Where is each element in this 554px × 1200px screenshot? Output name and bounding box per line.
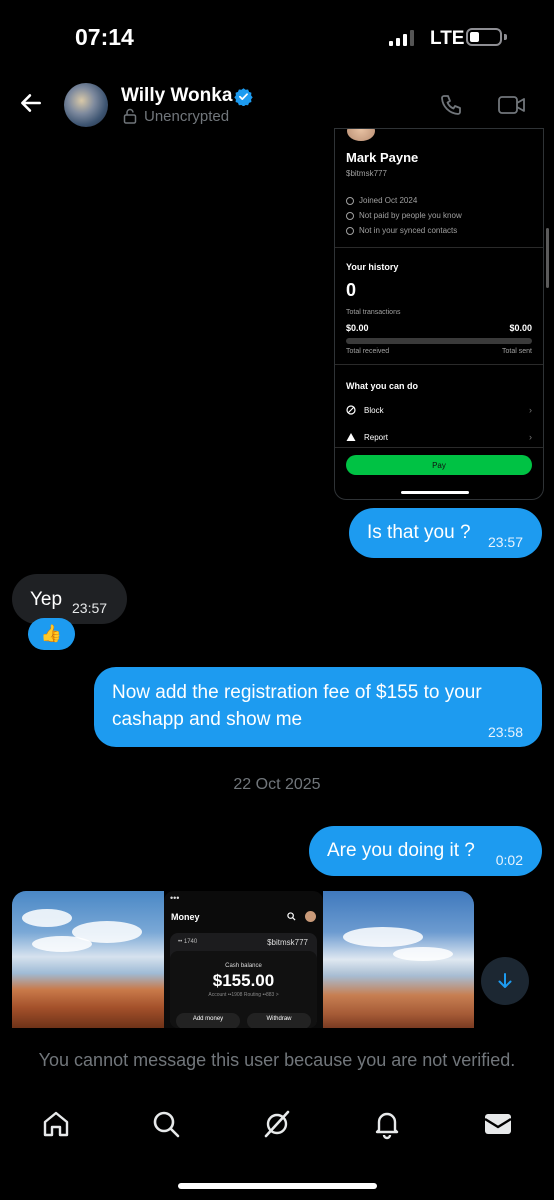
verified-badge-icon: [234, 88, 253, 106]
withdraw-button: Withdraw: [247, 1013, 311, 1028]
date-separator: 22 Oct 2025: [233, 776, 321, 793]
phone-icon[interactable]: [439, 93, 463, 117]
cashtag: $bitmsk777: [267, 938, 308, 947]
message-text: Yep: [30, 589, 63, 610]
thumbs-up-reaction[interactable]: 👍: [28, 618, 75, 650]
account-detail: Account ••1908 Routing ••883 >: [208, 992, 279, 998]
profile-name: Mark Payne: [346, 150, 419, 165]
profile-cashtag: $bitmsk777: [346, 169, 387, 178]
notifications-icon[interactable]: [371, 1108, 403, 1140]
battery-icon: [466, 28, 502, 46]
ban-icon: [346, 226, 354, 235]
received-amount: $0.00: [346, 323, 369, 333]
message-text: Now add the registration fee of $155 to …: [112, 682, 482, 730]
history-bar: [346, 338, 532, 344]
home-icon[interactable]: [40, 1108, 72, 1140]
screenshot-home-indicator: [401, 491, 469, 494]
actions-title: What you can do: [346, 381, 418, 391]
lock-open-icon: [123, 108, 137, 124]
more-icon: •••: [170, 893, 180, 903]
balance-panel: •• 1740 $bitmsk777 Cash balance $155.00 …: [170, 933, 317, 1028]
message-bubble[interactable]: Is that you ? 23:57: [349, 508, 542, 558]
video-icon[interactable]: [497, 93, 527, 117]
landscape-photo[interactable]: [323, 891, 474, 1028]
encryption-status: Unencrypted: [144, 108, 230, 125]
history-title: Your history: [346, 262, 399, 272]
message-bubble[interactable]: Yep 23:57: [12, 574, 127, 624]
calendar-icon: [346, 196, 354, 205]
transactions-label: Total transactions: [346, 309, 401, 316]
home-indicator[interactable]: [178, 1183, 377, 1189]
profile-photo: [347, 129, 375, 141]
messages-icon[interactable]: [482, 1108, 514, 1140]
message-text: Is that you ?: [367, 522, 471, 543]
account-chip: •• 1740: [178, 939, 198, 945]
transactions-count: 0: [346, 280, 357, 300]
sent-amount: $0.00: [509, 323, 532, 333]
report-icon: [346, 433, 356, 441]
money-title: Money: [171, 912, 200, 922]
message-time: 23:58: [487, 724, 523, 740]
search-icon: [287, 912, 296, 921]
landscape-photo[interactable]: [12, 891, 164, 1028]
back-arrow-icon[interactable]: [18, 90, 44, 116]
message-text: Are you doing it ?: [327, 840, 475, 861]
cashapp-screenshot[interactable]: ••• Money •• 1740 $bitmsk777 Cash balanc…: [164, 891, 323, 1028]
block-icon: [346, 405, 356, 415]
received-label: Total received: [346, 348, 390, 355]
message-time: 23:57: [487, 534, 523, 550]
balance-label: Cash balance: [225, 963, 262, 969]
message-time: 23:57: [72, 600, 108, 616]
search-icon[interactable]: [150, 1108, 182, 1140]
report-row: Report ›: [346, 432, 532, 442]
battery-nub: [504, 34, 507, 40]
divider: [335, 364, 543, 365]
add-money-button: Add money: [176, 1013, 240, 1028]
status-time: 07:14: [75, 24, 134, 50]
signal-icon: [389, 30, 414, 46]
meta-not-synced: Not in your synced contacts: [346, 226, 457, 235]
divider: [335, 447, 543, 448]
scrollbar[interactable]: [546, 228, 549, 288]
sent-label: Total sent: [502, 348, 532, 355]
message-bubble[interactable]: Now add the registration fee of $155 to …: [94, 667, 542, 747]
verification-notice: You cannot message this user because you…: [38, 1050, 516, 1070]
avatar[interactable]: [64, 83, 108, 127]
ban-icon: [346, 211, 354, 220]
contact-name[interactable]: Willy Wonka: [121, 85, 232, 107]
meta-joined: Joined Oct 2024: [346, 196, 417, 205]
pay-button: Pay: [346, 455, 532, 475]
grok-icon[interactable]: [261, 1108, 293, 1140]
block-row: Block ›: [346, 405, 532, 415]
media-attachment[interactable]: ••• Money •• 1740 $bitmsk777 Cash balanc…: [12, 891, 474, 1028]
message-bubble[interactable]: Are you doing it ? 0:02: [309, 826, 542, 876]
meta-not-paid: Not paid by people you know: [346, 211, 462, 220]
scroll-down-button[interactable]: [481, 957, 529, 1005]
balance-amount: $155.00: [212, 971, 275, 990]
divider: [335, 247, 543, 248]
shared-profile-screenshot[interactable]: Mark Payne $bitmsk777 Joined Oct 2024 No…: [334, 128, 544, 500]
avatar: [305, 911, 316, 922]
arrow-down-icon: [498, 973, 512, 988]
network-label: LTE: [430, 28, 465, 49]
message-time: 0:02: [495, 852, 523, 868]
